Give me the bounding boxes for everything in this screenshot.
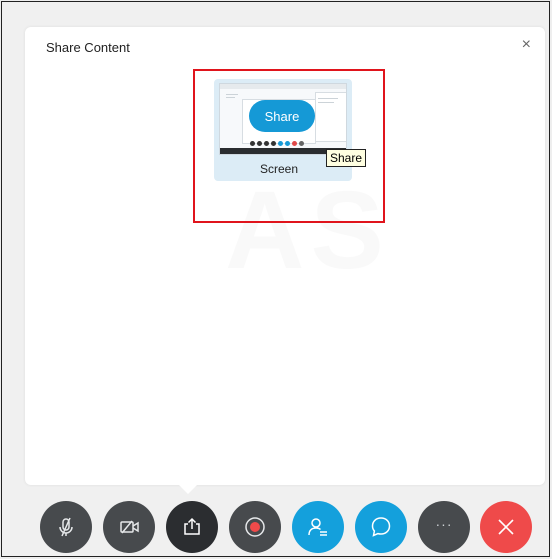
dialog-title: Share Content [46,40,130,55]
share-content-button[interactable] [166,501,218,553]
share-button[interactable]: Share [249,100,315,132]
share-tooltip: Share [326,149,367,167]
more-options-button[interactable]: ··· [418,501,470,553]
meeting-toolbar: ··· [0,497,552,559]
chat-icon [369,515,393,539]
participants-icon [306,515,330,539]
record-button[interactable] [229,501,281,553]
record-icon [243,515,267,539]
chat-button[interactable] [355,501,407,553]
leave-meeting-button[interactable] [480,501,532,553]
video-off-icon [118,516,140,538]
mute-button[interactable] [40,501,92,553]
screen-label: Screen [260,162,299,176]
panel-pointer [178,484,198,494]
thumbnail-line [226,97,235,98]
video-button[interactable] [103,501,155,553]
thumbnail-titlebar [220,84,346,89]
thumbnail-line [318,102,334,103]
close-button[interactable]: × [522,37,531,53]
share-icon [181,516,203,538]
microphone-off-icon [55,516,77,538]
more-icon: ··· [435,516,453,532]
thumbnail-side-window [315,92,346,142]
close-icon [495,516,517,538]
thumbnail-dock-dots [250,141,304,146]
share-content-panel: AS Share Content × Share Screen Share [25,27,545,485]
thumbnail-line [226,94,238,95]
thumbnail-line [318,98,338,99]
participants-button[interactable] [292,501,344,553]
